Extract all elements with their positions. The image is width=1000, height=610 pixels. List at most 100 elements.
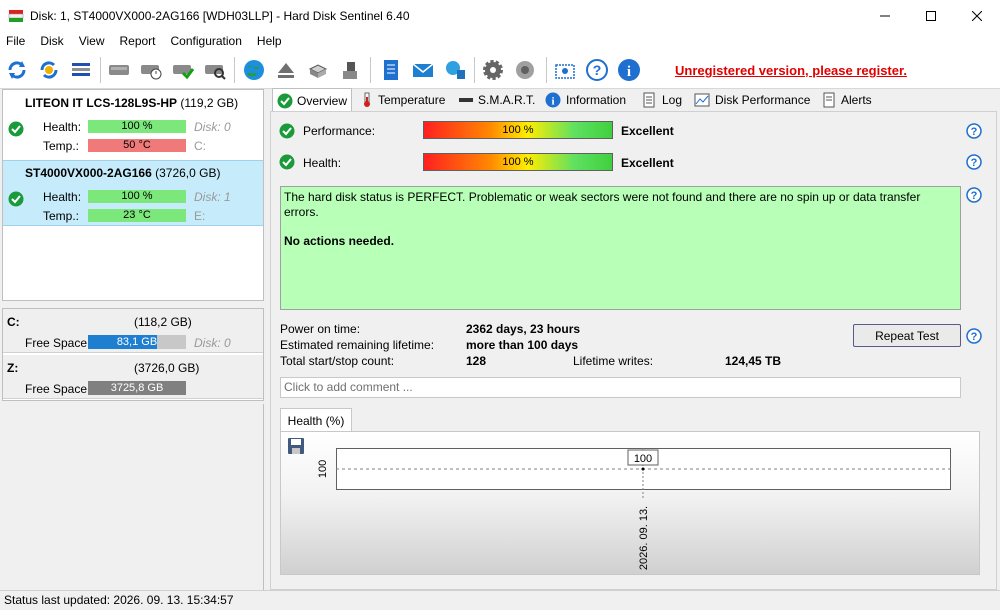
- eject-icon[interactable]: [273, 57, 299, 83]
- check-icon: [8, 191, 24, 207]
- svg-text:?: ?: [593, 62, 602, 78]
- tab-alerts[interactable]: Alerts: [822, 89, 872, 111]
- drive-letter: C:: [194, 139, 206, 153]
- volume-size: (3726,0 GB): [134, 361, 200, 375]
- svg-text:?: ?: [971, 331, 978, 343]
- menu-file[interactable]: File: [6, 34, 25, 48]
- free-space-label: Free Space: [25, 382, 88, 396]
- disk-schedule-icon[interactable]: [138, 57, 164, 83]
- help-icon[interactable]: ?: [966, 328, 982, 344]
- toolbar: ? i Unregistered version, please registe…: [0, 51, 1000, 89]
- sound-icon[interactable]: [512, 57, 538, 83]
- status-bar: Status last updated: 2026. 09. 13. 15:34…: [0, 590, 1000, 610]
- repeat-test-button[interactable]: Repeat Test: [853, 324, 961, 347]
- log-icon: [643, 92, 655, 108]
- printer-icon[interactable]: [305, 57, 331, 83]
- y-tick-label: 100: [317, 460, 329, 478]
- menu-disk[interactable]: Disk: [40, 34, 63, 48]
- tab-strip: Overview Temperature S.M.A.R.T. i Inform…: [270, 88, 1000, 112]
- check-icon: [8, 121, 24, 137]
- maximize-icon: [926, 10, 936, 21]
- health-label: Health:: [43, 120, 82, 134]
- free-space-value: 83,1 GB: [116, 336, 158, 348]
- save-icon[interactable]: [287, 437, 305, 455]
- volume-item-z[interactable]: Z: (3726,0 GB) Free Space 3725,8 GB: [3, 355, 263, 399]
- settings-icon[interactable]: [480, 57, 506, 83]
- disk-number: Disk: 0: [194, 120, 231, 134]
- menu-view[interactable]: View: [79, 34, 105, 48]
- startstop-value: 128: [466, 354, 487, 368]
- disk-search-icon[interactable]: [202, 57, 228, 83]
- tab-smart[interactable]: S.M.A.R.T.: [458, 89, 535, 111]
- disk-list-panel: LITEON IT LCS-128L9S-HP (119,2 GB) Healt…: [2, 89, 264, 301]
- disk-item-0[interactable]: LITEON IT LCS-128L9S-HP (119,2 GB) Healt…: [3, 90, 263, 160]
- tab-disk-performance[interactable]: Disk Performance: [694, 89, 810, 111]
- health-label: Health:: [43, 190, 82, 204]
- disk-icon[interactable]: [106, 57, 132, 83]
- close-icon: [972, 10, 982, 21]
- volume-size: (118,2 GB): [134, 315, 192, 329]
- health-label: Health:: [303, 156, 342, 170]
- health-rating: Excellent: [621, 156, 674, 170]
- menu-bar: File Disk View Report Configuration Help: [0, 31, 1000, 51]
- tab-overview[interactable]: Overview: [272, 88, 352, 112]
- title-bar: Disk: 1, ST4000VX000-2AG166 [WDH03LLP] -…: [0, 0, 1000, 31]
- free-space-bar: 83,1 GB: [88, 335, 186, 349]
- help-icon[interactable]: ?: [966, 154, 982, 170]
- menu-report[interactable]: Report: [119, 34, 155, 48]
- window-title: Disk: 1, ST4000VX000-2AG166 [WDH03LLP] -…: [30, 8, 410, 23]
- health-bar: 100 %: [423, 153, 613, 171]
- lifetime-label: Estimated remaining lifetime:: [280, 338, 435, 352]
- status-action: No actions needed.: [284, 234, 395, 248]
- network-icon[interactable]: [442, 57, 468, 83]
- temp-bar: 23 °C: [88, 209, 186, 222]
- usb-icon[interactable]: [337, 57, 363, 83]
- disk-check-icon[interactable]: [170, 57, 196, 83]
- disk-number: Disk: 1: [194, 190, 231, 204]
- maximize-button[interactable]: [908, 0, 954, 31]
- volume-name: C:: [7, 315, 20, 329]
- minimize-button[interactable]: [862, 0, 908, 31]
- svg-text:i: i: [551, 96, 554, 108]
- data-label: 100: [634, 453, 652, 465]
- status-message: The hard disk status is PERFECT. Problem…: [284, 190, 921, 219]
- refresh-icon[interactable]: [4, 57, 30, 83]
- disk-item-1[interactable]: ST4000VX000-2AG166 (3726,0 GB) Health: 1…: [3, 160, 263, 226]
- unregistered-link[interactable]: Unregistered version, please register.: [675, 63, 907, 78]
- help-icon[interactable]: ?: [966, 123, 982, 139]
- help-icon[interactable]: ?: [584, 57, 610, 83]
- volume-name: Z:: [7, 361, 19, 375]
- close-button[interactable]: [954, 0, 1000, 31]
- volume-item-c[interactable]: C: (118,2 GB) Free Space 83,1 GB Disk: 0: [3, 309, 263, 353]
- screenshot-icon[interactable]: [552, 57, 578, 83]
- globe-icon[interactable]: [241, 57, 267, 83]
- info-icon: i: [545, 92, 561, 108]
- power-on-label: Power on time:: [280, 322, 361, 336]
- refresh-all-icon[interactable]: [36, 57, 62, 83]
- info-icon[interactable]: i: [616, 57, 642, 83]
- tab-health-chart[interactable]: Health (%): [280, 408, 352, 432]
- mail-icon[interactable]: [410, 57, 436, 83]
- menu-configuration[interactable]: Configuration: [171, 34, 242, 48]
- comment-input[interactable]: Click to add comment ...: [280, 377, 961, 398]
- tab-information[interactable]: i Information: [545, 89, 626, 111]
- menu-help[interactable]: Help: [257, 34, 282, 48]
- smart-icon: [459, 98, 473, 102]
- temp-label: Temp.:: [43, 139, 80, 153]
- svg-text:?: ?: [971, 126, 978, 138]
- report-icon[interactable]: [378, 57, 404, 83]
- free-space-label: Free Space: [25, 336, 88, 350]
- health-bar: 100 %: [88, 120, 186, 133]
- disk-name: ST4000VX000-2AG166 (3726,0 GB): [25, 166, 221, 180]
- svg-text:?: ?: [971, 157, 978, 169]
- tab-temperature[interactable]: Temperature: [360, 89, 445, 111]
- tab-log[interactable]: Log: [642, 89, 682, 111]
- left-empty-area: [2, 404, 264, 590]
- app-icon: [8, 9, 24, 22]
- x-tick-label: 2026. 09. 13.: [638, 506, 650, 570]
- thermometer-icon: [364, 92, 370, 107]
- performance-label: Performance:: [303, 124, 376, 138]
- power-on-value: 2362 days, 23 hours: [466, 322, 581, 336]
- help-icon[interactable]: ?: [966, 187, 982, 203]
- disk-details-icon[interactable]: [68, 57, 94, 83]
